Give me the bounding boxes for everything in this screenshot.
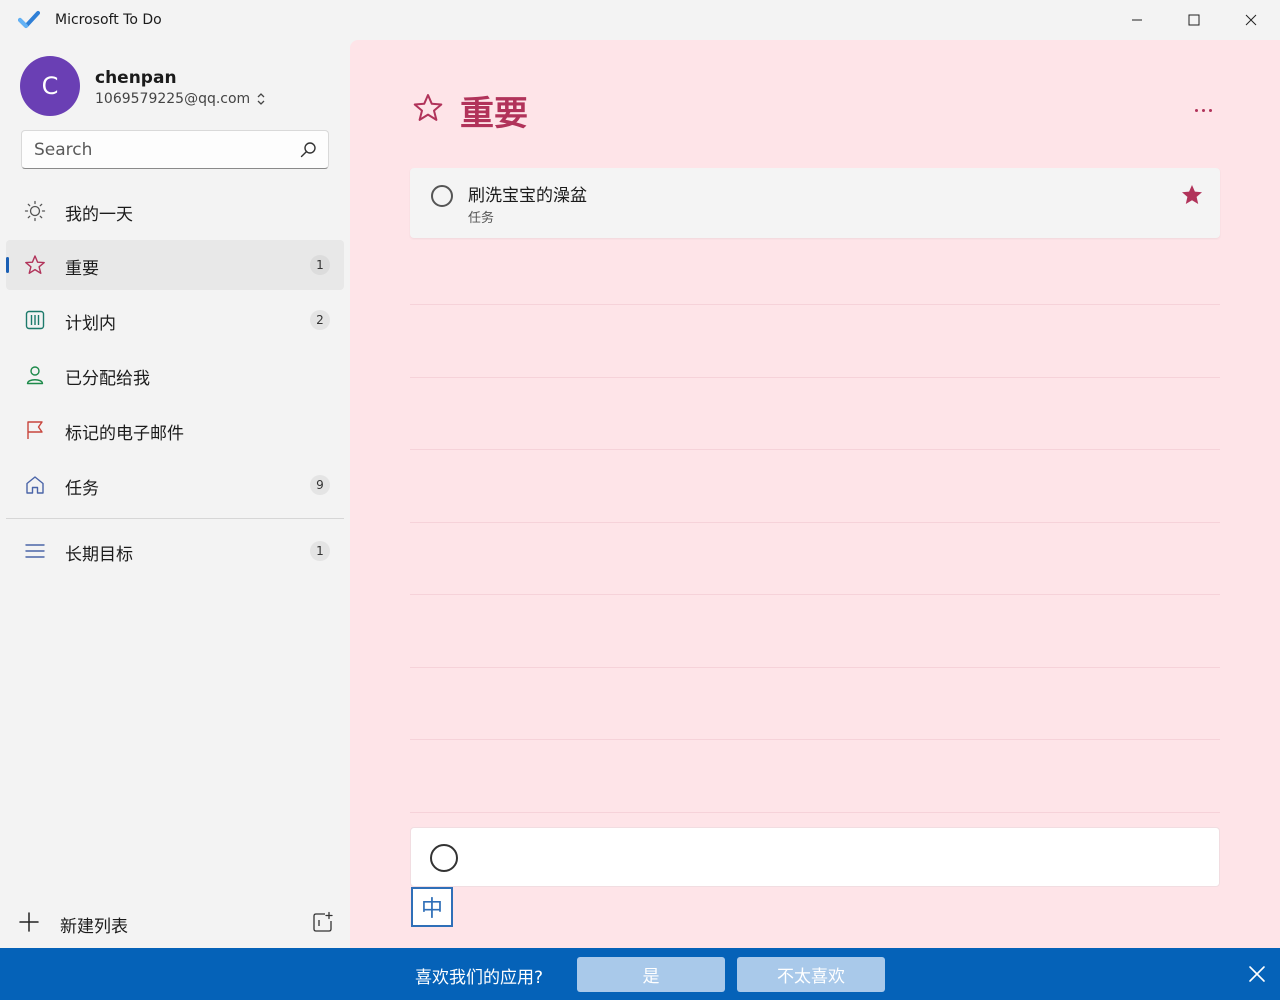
ime-indicator: 中: [411, 887, 453, 927]
star-icon: [413, 94, 443, 121]
avatar[interactable]: C: [20, 56, 80, 116]
window-title: Microsoft To Do: [55, 12, 162, 28]
sidebar-item-planned[interactable]: 计划内 2: [6, 295, 344, 345]
important-star-icon[interactable]: [1180, 183, 1204, 207]
search-input[interactable]: [22, 131, 292, 168]
calendar-icon: [25, 310, 45, 330]
sidebar-item-label: 我的一天: [65, 205, 133, 225]
feedback-no-button[interactable]: 不太喜欢: [737, 957, 885, 992]
task-pane: 重要 刷洗宝宝的澡盆 任务 中: [350, 40, 1280, 948]
sidebar-item-flagged-email[interactable]: 标记的电子邮件: [6, 405, 344, 455]
count-badge: 1: [310, 255, 330, 275]
feedback-bar: 喜欢我们的应用? 是 不太喜欢: [0, 948, 1280, 1000]
add-task-input[interactable]: [473, 842, 1193, 872]
task-list-name: 任务: [468, 211, 495, 226]
add-task-box[interactable]: [410, 827, 1220, 887]
sidebar-list-long-term-goals[interactable]: 长期目标 1: [6, 526, 344, 576]
dot: [1201, 108, 1205, 112]
minimize-icon: [1132, 19, 1142, 21]
ruled-line: [410, 377, 1220, 378]
title-bar: Microsoft To Do: [0, 0, 1280, 40]
account-switcher[interactable]: 1069579225@qq.com: [95, 91, 266, 107]
close-window-button[interactable]: [1222, 0, 1280, 40]
add-task-circle: [430, 844, 458, 872]
sidebar-item-tasks[interactable]: 任务 9: [6, 460, 344, 510]
count-badge: 2: [310, 310, 330, 330]
star-icon: [25, 255, 45, 274]
count-badge: 9: [310, 475, 330, 495]
minimize-button[interactable]: [1108, 0, 1166, 40]
task-item[interactable]: 刷洗宝宝的澡盆 任务: [410, 168, 1220, 238]
ruled-line: [410, 739, 1220, 740]
close-icon: [1245, 14, 1257, 26]
account-name[interactable]: chenpan: [95, 68, 177, 88]
sidebar-item-my-day[interactable]: 我的一天: [6, 186, 344, 236]
ruled-line: [410, 667, 1220, 668]
todo-logo-icon: [18, 11, 40, 28]
sidebar-item-label: 已分配给我: [65, 369, 150, 389]
sidebar-item-label: 任务: [65, 479, 99, 499]
maximize-icon: [1188, 14, 1200, 26]
more-options-button[interactable]: [1188, 98, 1218, 122]
feedback-question: 喜欢我们的应用?: [415, 968, 544, 988]
selection-indicator: [6, 257, 9, 273]
person-icon: [26, 366, 44, 385]
list-icon: [25, 544, 45, 558]
search-box[interactable]: [21, 130, 329, 169]
account-email: 1069579225@qq.com: [95, 91, 251, 107]
ruled-line: [410, 304, 1220, 305]
plus-icon: [19, 912, 39, 932]
ruled-line: [410, 522, 1220, 523]
dot: [1208, 108, 1212, 112]
sidebar-item-label: 标记的电子邮件: [65, 424, 184, 444]
ruled-line: [410, 594, 1220, 595]
new-list-button[interactable]: 新建列表: [18, 902, 258, 942]
page-title: 重要: [460, 94, 528, 134]
ruled-line: [410, 449, 1220, 450]
new-group-icon[interactable]: [312, 911, 334, 933]
flag-icon: [27, 421, 43, 439]
complete-checkbox[interactable]: [431, 185, 453, 207]
sidebar-divider: [6, 518, 344, 519]
sidebar-item-label: 重要: [65, 259, 99, 279]
feedback-yes-button[interactable]: 是: [577, 957, 725, 992]
maximize-button[interactable]: [1165, 0, 1223, 40]
close-icon[interactable]: [1246, 963, 1268, 985]
sidebar: C chenpan 1069579225@qq.com 我的一天: [0, 40, 350, 948]
new-list-label: 新建列表: [60, 917, 128, 937]
task-title: 刷洗宝宝的澡盆: [468, 186, 587, 206]
home-icon: [26, 476, 44, 494]
dot: [1194, 108, 1198, 112]
count-badge: 1: [310, 541, 330, 561]
search-icon[interactable]: [298, 140, 318, 160]
sidebar-item-label: 长期目标: [65, 545, 133, 565]
sun-icon: [24, 200, 46, 222]
sidebar-item-important[interactable]: 重要 1: [6, 240, 344, 290]
sidebar-item-assigned[interactable]: 已分配给我: [6, 350, 344, 400]
chevron-updown-icon: [257, 93, 265, 105]
ruled-line: [410, 812, 1220, 813]
sidebar-item-label: 计划内: [65, 314, 116, 334]
